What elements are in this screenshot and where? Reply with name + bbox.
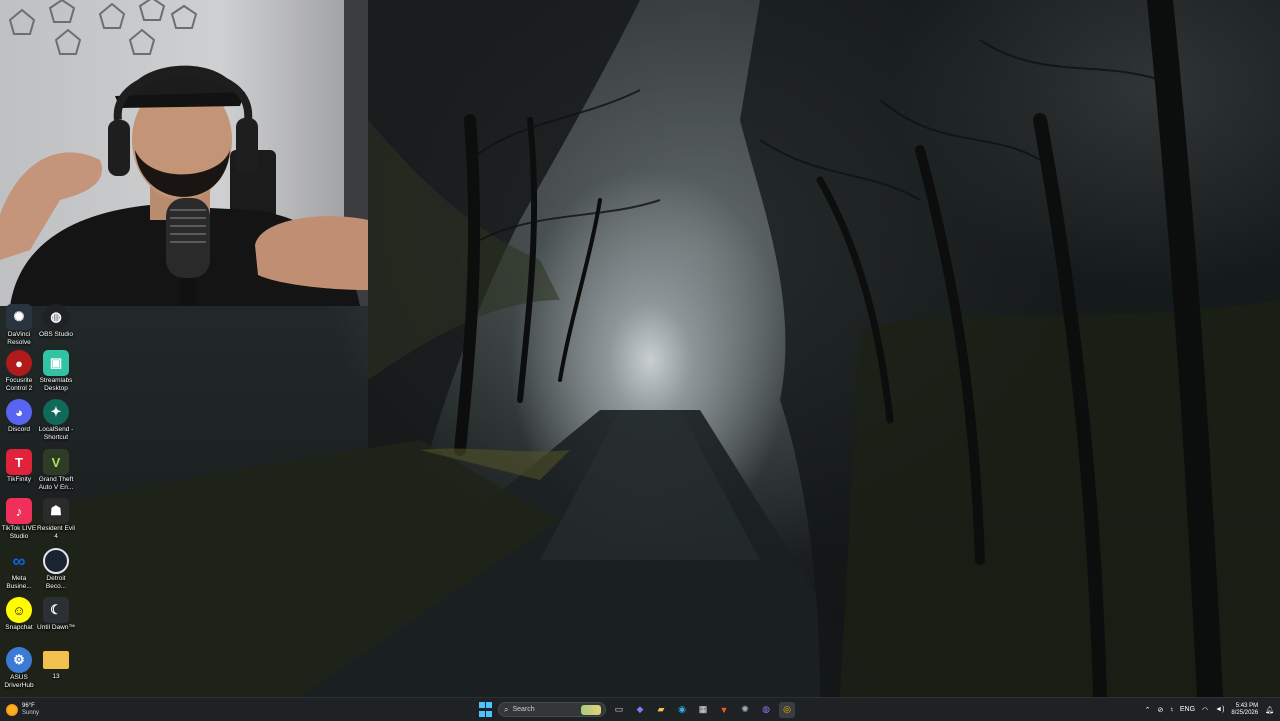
desktop-icon-label: TikTok LIVE Studio (1, 525, 37, 540)
desktop-icon-label: Until Dawn™ (37, 624, 75, 631)
desktop-icon-tikfinity[interactable]: T TikFinity (0, 449, 38, 484)
desktop-icon-label: LocalSend - Shortcut (38, 426, 74, 441)
davinci-taskbar-icon[interactable]: ✺ (737, 702, 753, 718)
search-highlight-art (581, 705, 601, 715)
desktop-icon-label: Grand Theft Auto V En... (38, 476, 74, 491)
clock-time: 5:43 PM (1235, 702, 1259, 709)
desktop-icon-label: Detroit Beco... (45, 575, 67, 590)
desktop-icon-folder-13[interactable]: 13 (37, 647, 75, 681)
weather-condition: Sunny (22, 709, 40, 716)
sun-icon (6, 703, 18, 716)
desktop-icon-davinci-resolve[interactable]: ✺ DaVinci Resolve (0, 304, 38, 347)
volume-icon[interactable]: ◄) (1215, 706, 1224, 713)
taskbar-center: ⌕ Search ▭ ◆ ▰ ◉ ▦ ▼ ✺ ◍ ◎ (477, 700, 795, 719)
desktop-icon-focusrite[interactable]: ● Focusrite Control 2 (0, 350, 38, 393)
copilot-icon[interactable]: ◆ (632, 702, 648, 718)
file-explorer-icon[interactable]: ▰ (653, 702, 669, 718)
wifi-icon[interactable]: ◠ (1202, 706, 1208, 714)
system-tray: ⌃ ⊘ ♮ ENG ◠ ◄) 5:43 PM 8/25/2026 🔔︎ (1145, 700, 1274, 719)
gta-v-icon: V (43, 449, 69, 475)
desktop-icon-grid: ✺ DaVinci Resolve ◍ OBS Studio ● Focusri… (0, 304, 80, 694)
asus-driverhub-icon: ⚙ (6, 647, 32, 673)
task-view-icon[interactable]: ▭ (611, 702, 627, 718)
chevron-up-icon[interactable]: ⌃ (1145, 706, 1151, 714)
obs-taskbar-icon[interactable]: ◍ (758, 702, 774, 718)
desktop-icon-until-dawn[interactable]: ☾ Until Dawn™ (37, 597, 75, 632)
webcam-overlay (0, 0, 368, 306)
taskbar-search[interactable]: ⌕ Search (498, 702, 606, 717)
weather-widget[interactable]: 96°F Sunny (6, 700, 39, 719)
folder-icon (43, 651, 69, 669)
chrome-icon[interactable]: ◎ (779, 701, 795, 718)
desktop-icon-label: ASUS DriverHub (4, 674, 34, 689)
desktop-icon-resident-evil[interactable]: ☗ Resident Evil 4 (37, 498, 75, 541)
windows-logo-icon (478, 702, 485, 709)
brave-icon[interactable]: ▼ (716, 702, 732, 718)
desktop-icon-label: Discord (7, 426, 31, 433)
search-icon: ⌕ (504, 704, 509, 714)
desktop-icon-label: TikFinity (7, 476, 31, 483)
microphone-icon[interactable]: ♮ (1170, 706, 1173, 714)
desktop-icon-label: 13 (52, 673, 60, 680)
microsoft-store-icon[interactable]: ▦ (695, 702, 711, 718)
localsend-icon: ✦ (43, 399, 69, 425)
meta-business-icon: ∞ (12, 550, 26, 571)
desktop-icon-label: Focusrite Control 2 (5, 377, 33, 392)
desktop-icon-localsend[interactable]: ✦ LocalSend - Shortcut (37, 399, 75, 442)
streamlabs-icon: ▣ (43, 350, 69, 376)
network-off-icon[interactable]: ⊘ (1157, 706, 1163, 714)
until-dawn-icon: ☾ (43, 597, 69, 623)
weather-temp: 96°F (22, 702, 35, 709)
desktop-icon-label: Meta Busine... (6, 575, 32, 590)
desktop-icon-label: Resident Evil 4 (37, 525, 75, 540)
desktop-icon-label: DaVinci Resolve (7, 331, 31, 346)
desktop-icon-gta-v[interactable]: V Grand Theft Auto V En... (37, 449, 75, 492)
tikfinity-icon: T (6, 449, 32, 475)
tiktok-live-icon: ♪ (6, 498, 32, 524)
search-placeholder: Search (512, 706, 535, 713)
clock-date: 8/25/2026 (1231, 709, 1259, 716)
desktop-icon-streamlabs[interactable]: ▣ Streamlabs Desktop (37, 350, 75, 393)
notification-bell-icon[interactable]: 🔔︎ (1265, 706, 1274, 714)
desktop-icon-detroit[interactable]: Detroit Beco... (37, 548, 75, 591)
desktop-icon-tiktok-live[interactable]: ♪ TikTok LIVE Studio (0, 498, 38, 541)
focusrite-icon: ● (6, 350, 32, 376)
desktop-icon-asus-driverhub[interactable]: ⚙ ASUS DriverHub (0, 647, 38, 690)
discord-icon: ◕ (6, 399, 32, 425)
desktop-icon-label: OBS Studio (39, 331, 73, 338)
desktop-icon-obs-studio[interactable]: ◍ OBS Studio (37, 304, 75, 339)
desktop-icon-snapchat[interactable]: ☺ Snapchat (0, 597, 38, 632)
obs-studio-icon: ◍ (43, 304, 69, 330)
edge-icon[interactable]: ◉ (674, 702, 690, 718)
desktop-icon-label: Streamlabs Desktop (39, 377, 73, 392)
start-button[interactable] (477, 702, 493, 718)
snapchat-icon: ☺ (6, 597, 32, 623)
desktop-icon-discord[interactable]: ◕ Discord (0, 399, 38, 434)
davinci-resolve-icon: ✺ (6, 304, 32, 330)
language-indicator[interactable]: ENG (1180, 706, 1195, 713)
taskbar: 96°F Sunny ⌕ Search ▭ ◆ ▰ ◉ ▦ ▼ ✺ ◍ ◎ ⌃ … (0, 697, 1280, 721)
desktop-icon-meta-business[interactable]: ∞ Meta Busine... (0, 548, 38, 591)
clock[interactable]: 5:43 PM 8/25/2026 (1231, 703, 1258, 717)
detroit-icon (43, 548, 69, 574)
resident-evil-icon: ☗ (43, 498, 69, 524)
desktop-icon-label: Snapchat (5, 624, 33, 631)
